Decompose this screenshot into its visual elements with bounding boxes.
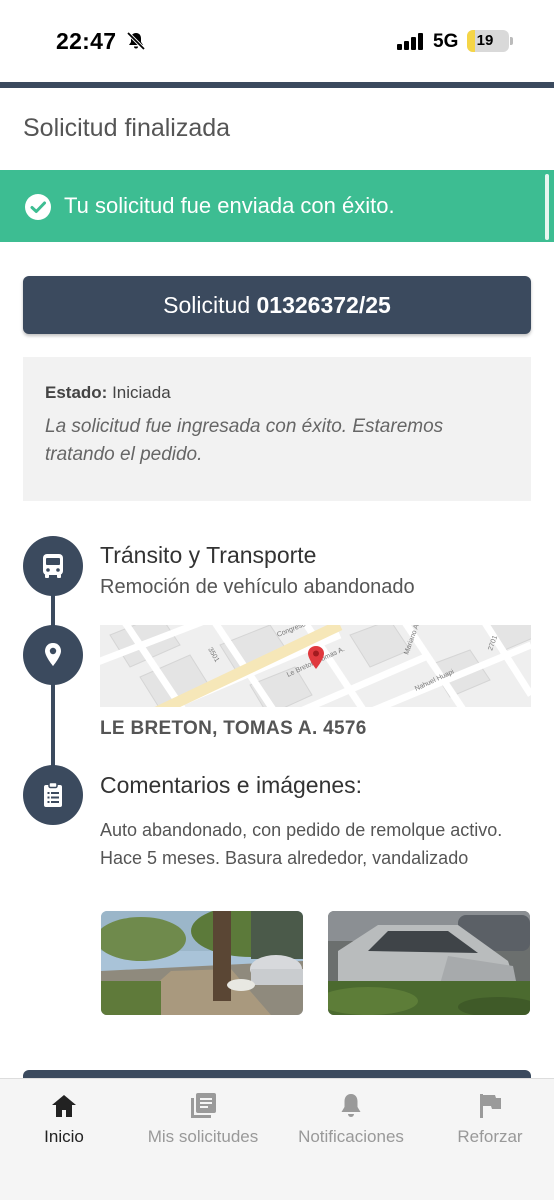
battery-icon: 19 (467, 30, 509, 52)
bus-icon (43, 554, 63, 578)
comments-text: Auto abandonado, con pedido de remolque … (100, 820, 503, 868)
signal-icon (397, 33, 423, 50)
tab-inicio[interactable]: Inicio (14, 1091, 114, 1151)
map-graphic: Congreso Le Breton, Tomas A. Mariano Ach… (100, 625, 531, 707)
address: LE BRETON, TOMAS A. 4576 (100, 718, 367, 739)
map-pin-icon (45, 643, 61, 666)
scroll-indicator (545, 174, 549, 240)
comments-title: Comentarios e imágenes: (100, 772, 363, 798)
location-icon-circle (23, 625, 83, 685)
check-circle-icon (25, 194, 51, 220)
category-title: Tránsito y Transporte (100, 542, 317, 568)
state-box: Estado: Iniciada La solicitud fue ingres… (23, 357, 531, 501)
category-subtitle: Remoción de vehículo abandonado (100, 576, 415, 598)
request-number-button[interactable]: Solicitud 01326372/25 (23, 276, 531, 334)
header-divider (0, 82, 554, 88)
bell-muted-icon (126, 31, 146, 51)
tab-label-mis-solicitudes: Mis solicitudes (147, 1127, 259, 1146)
state-line: Estado: Iniciada (45, 383, 171, 403)
battery-level: 19 (476, 32, 494, 49)
list-icon (191, 1093, 216, 1118)
bus-icon-circle (23, 536, 83, 596)
clipboard-icon (44, 781, 62, 807)
flag-icon (480, 1094, 501, 1118)
attached-photo-1[interactable] (101, 911, 303, 1015)
status-bar: 22:47 5G 19 (0, 0, 554, 82)
photo-abandoned-car-image (328, 911, 530, 1015)
attached-photo-2[interactable] (328, 911, 530, 1015)
bottom-tab-bar: Inicio Mis solicitudes Notificaciones Re… (0, 1078, 554, 1200)
request-label: Solicitud (163, 292, 251, 318)
tab-reforzar[interactable]: Reforzar (440, 1091, 540, 1151)
state-label: Estado: (45, 383, 108, 402)
tab-label-inicio: Inicio (44, 1127, 84, 1146)
tab-notificaciones[interactable]: Notificaciones (286, 1091, 416, 1151)
page-title: Solicitud finalizada (23, 114, 231, 142)
photo-street-image (101, 911, 303, 1015)
network-type: 5G (433, 31, 459, 52)
clipboard-icon-circle (23, 765, 83, 825)
location-map[interactable]: Congreso Le Breton, Tomas A. Mariano Ach… (100, 625, 531, 707)
request-number: 01326372/25 (256, 292, 391, 318)
status-time: 22:47 (56, 28, 117, 54)
state-description: La solicitud fue ingresada con éxito. Es… (45, 416, 444, 465)
battery-nub (510, 37, 513, 45)
tab-label-reforzar: Reforzar (457, 1127, 523, 1146)
home-icon (52, 1095, 76, 1117)
tab-label-notificaciones: Notificaciones (298, 1127, 404, 1146)
state-value: Iniciada (112, 383, 171, 402)
bell-icon (341, 1094, 361, 1117)
tab-mis-solicitudes[interactable]: Mis solicitudes (138, 1091, 268, 1151)
success-message: Tu solicitud fue enviada con éxito. (64, 193, 395, 218)
